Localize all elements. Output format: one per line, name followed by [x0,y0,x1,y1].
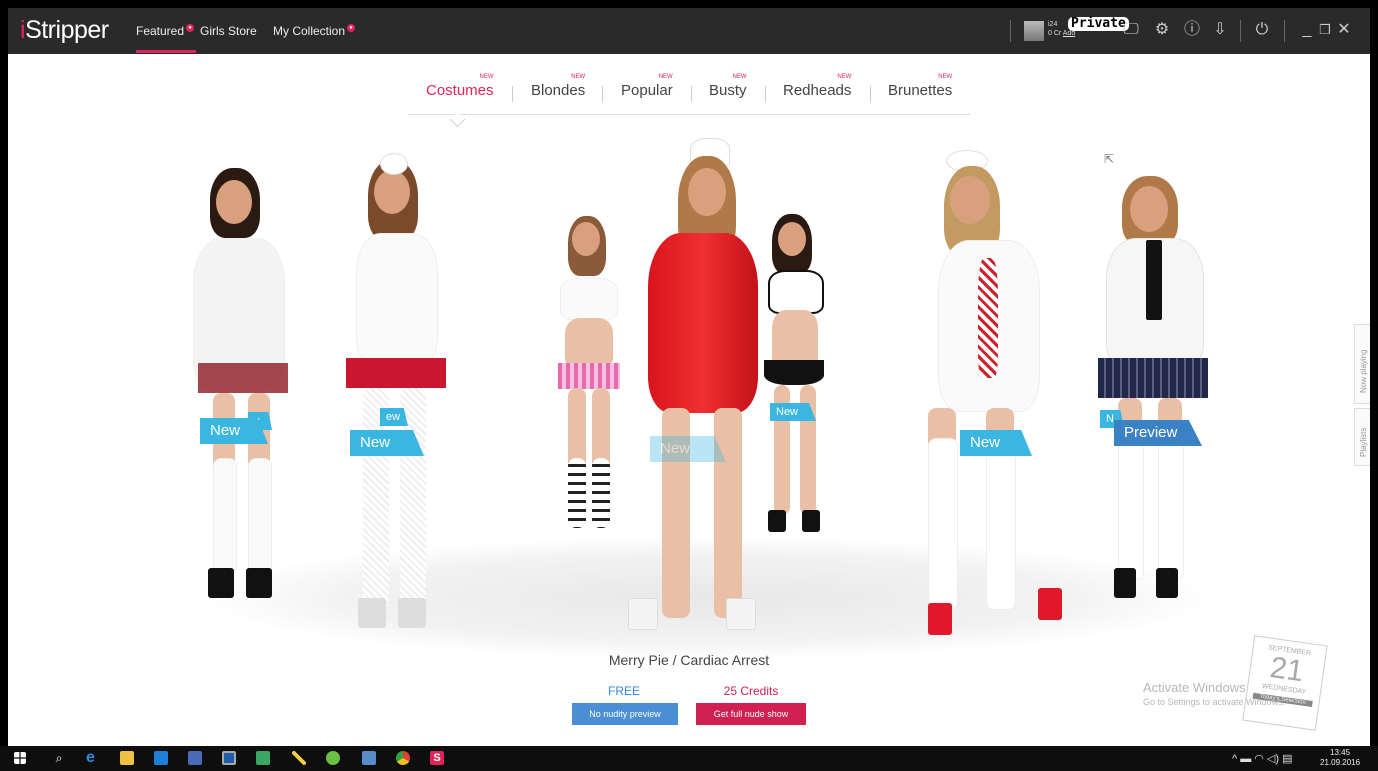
app-logo[interactable]: iStripper [20,16,109,45]
nav-girls-store-label: Girls Store [200,24,257,38]
tab-blondes[interactable]: NEW Blondes [531,74,586,99]
new-badge: ew [380,408,408,426]
tab-divider [870,86,871,102]
app-icon[interactable] [256,751,270,765]
new-badge: New [650,436,726,462]
new-badge: New [350,430,424,456]
tab-label: Brunettes [888,82,953,99]
performer-card[interactable] [754,210,834,532]
tab-brunettes[interactable]: NEW Brunettes [888,74,953,99]
logo-text: Stripper [25,16,109,44]
new-label: NEW [837,74,852,80]
avatar[interactable] [1024,21,1044,41]
app-icon[interactable] [362,751,376,765]
tab-redheads[interactable]: NEW Redheads [783,74,852,99]
performer-card[interactable] [918,148,1068,638]
playlists-tab[interactable]: Playlists [1354,408,1370,466]
active-nav-underline [136,50,196,53]
new-label: NEW [938,74,953,80]
search-icon[interactable]: ⌕ [52,751,66,765]
account-credits: 0 Cr [1048,30,1062,37]
tab-divider [765,86,766,102]
performer-card[interactable] [540,208,630,538]
tab-popular[interactable]: NEW Popular [621,74,673,99]
new-label: NEW [571,74,586,80]
download-icon[interactable]: ⇩ [1209,19,1231,41]
tab-divider [602,86,603,102]
new-label: NEW [658,74,673,80]
taskbar-clock[interactable]: 13:45 21.09.2016 [1320,748,1360,768]
tab-label: Popular [621,82,673,99]
toolbar-divider [1284,20,1285,42]
performer-card[interactable] [628,138,760,638]
add-credits-link[interactable]: Add [1063,30,1075,37]
tab-label: Busty [709,82,747,99]
store-icon[interactable] [154,751,168,765]
show-title: Merry Pie / Cardiac Arrest [608,652,770,668]
playlists-label: Playlists [1359,427,1368,457]
system-tray[interactable]: ^ ▬ ◠ ◁) ▤ [1232,752,1293,765]
now-playing-label: Now playing [1359,349,1368,393]
app-icon[interactable] [188,751,202,765]
performer-card[interactable] [1078,168,1218,608]
app-window: iStripper Featured ● Girls Store My Colle… [8,8,1370,746]
monitor-icon[interactable]: 🖵 [1120,19,1142,41]
watermark-line1: Activate Windows [1143,680,1246,695]
toolbar-divider [1240,20,1241,42]
performer-card[interactable] [328,148,458,638]
power-icon[interactable]: ⏻ [1251,19,1273,41]
watermark-line2: Go to Settings to activate Windows. [1143,697,1286,707]
tab-costumes[interactable]: NEW Costumes [426,74,494,99]
tabs-underline [408,114,970,115]
category-tabs: NEW Costumes NEW Blondes NEW Popular NEW Bus… [8,72,1370,112]
edge-icon[interactable]: e [86,750,100,766]
settings-icon[interactable]: ⚙ [1151,19,1173,41]
credits-label: 25 Credits [723,684,779,698]
free-label: FREE [607,684,640,698]
new-badge: New [960,430,1032,456]
tab-busty[interactable]: NEW Busty [709,74,747,99]
new-badge: New [770,403,816,421]
nav-featured-badge: ● [186,24,195,32]
istripper-taskbar-icon[interactable]: S [430,751,444,765]
new-label: NEW [479,74,494,80]
top-bar: iStripper Featured ● Girls Store My Colle… [8,8,1370,54]
get-full-show-button[interactable]: Get full nude show [696,703,806,725]
nav-my-collection-label: My Collection [273,24,346,38]
tab-label: Redheads [783,82,852,99]
tab-label: Costumes [426,82,494,99]
performer-card[interactable] [158,158,308,608]
tab-label: Blondes [531,82,586,99]
mouse-cursor-icon: ⇱ [1104,152,1115,166]
nav-collection-badge: ● [347,24,356,32]
now-playing-tab[interactable]: Now playing [1354,324,1370,404]
clock-time: 13:45 [1330,748,1351,757]
clock-date: 21.09.2016 [1320,758,1361,767]
nav-featured[interactable]: Featured ● [136,24,195,38]
new-label: NEW [732,74,747,80]
nav-my-collection[interactable]: My Collection ● [273,24,356,38]
no-nudity-preview-button[interactable]: No nudity preview [572,703,678,725]
tab-divider [691,86,692,102]
app-icon[interactable] [222,751,236,765]
pencil-icon[interactable] [292,751,306,765]
info-icon[interactable]: ⓘ [1181,19,1203,41]
start-icon[interactable] [14,752,26,764]
toolbar-divider [1010,20,1011,42]
tab-divider [512,86,513,102]
close-icon[interactable]: ✕ [1333,19,1355,41]
activate-windows-watermark: Activate Windows Go to Settings to activ… [1143,680,1285,707]
preview-button[interactable]: Preview [1114,420,1202,446]
new-badge: New [200,418,268,444]
android-icon[interactable] [326,751,340,765]
file-explorer-icon[interactable] [120,751,134,765]
nav-girls-store[interactable]: Girls Store [200,24,257,38]
nav-featured-label: Featured [136,24,185,38]
windows-taskbar: ⌕ e S ^ ▬ ◠ ◁) ▤ 13:45 21.09.2016 [0,746,1378,771]
chrome-icon[interactable] [396,751,410,765]
carousel-stage: v New ew New [8,118,1370,658]
